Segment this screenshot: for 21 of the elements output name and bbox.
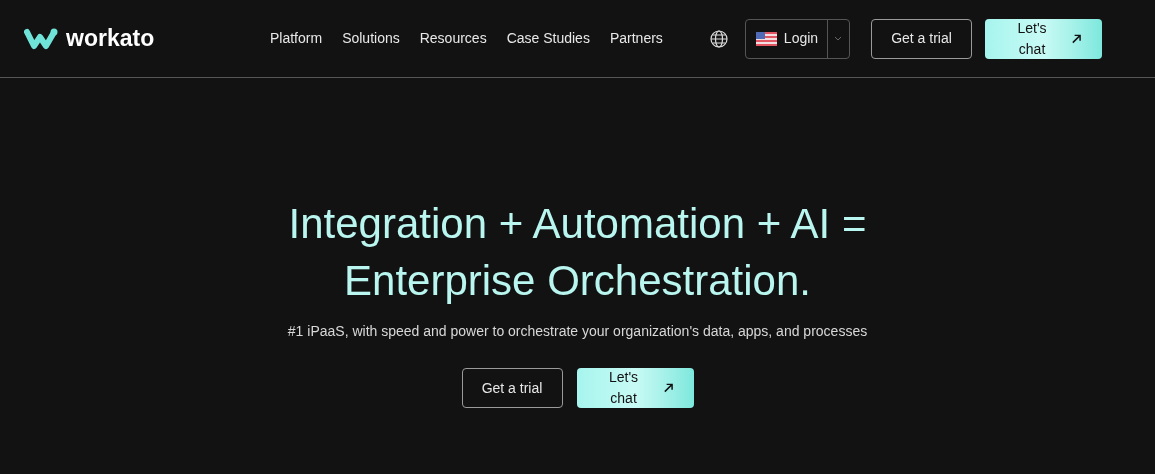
nav-link[interactable]: Solutions — [342, 28, 400, 49]
chevron-down-icon — [834, 36, 843, 41]
chat-button[interactable]: Let's chat — [985, 18, 1102, 59]
trial-button[interactable]: Get a trial — [461, 368, 563, 408]
logo-text: workato — [66, 24, 155, 54]
hero-title: Integration + Automation + AI = — [288, 199, 867, 249]
nav-link[interactable]: Case Studies — [506, 28, 590, 49]
nav-link[interactable]: Platform — [270, 28, 323, 49]
chat-button[interactable]: Let's chat — [576, 368, 694, 408]
hero-subtitle: #1 iPaaS, with speed and power to orchestrate your organization's data, apps, and processes — [287, 322, 868, 341]
arrow-icon — [1071, 32, 1082, 45]
nav-link[interactable]: Partners — [609, 28, 663, 49]
nav-link[interactable]: Resources — [419, 28, 487, 49]
hero-title: Enterprise Orchestration. — [344, 256, 811, 306]
login-label: Login — [783, 29, 819, 48]
globe-icon[interactable] — [709, 29, 728, 48]
login-selector[interactable]: Login — [744, 18, 850, 59]
flag-icon — [755, 31, 777, 46]
logo-icon — [24, 27, 58, 50]
trial-button[interactable]: Get a trial — [871, 18, 972, 59]
arrow-icon — [662, 382, 674, 394]
